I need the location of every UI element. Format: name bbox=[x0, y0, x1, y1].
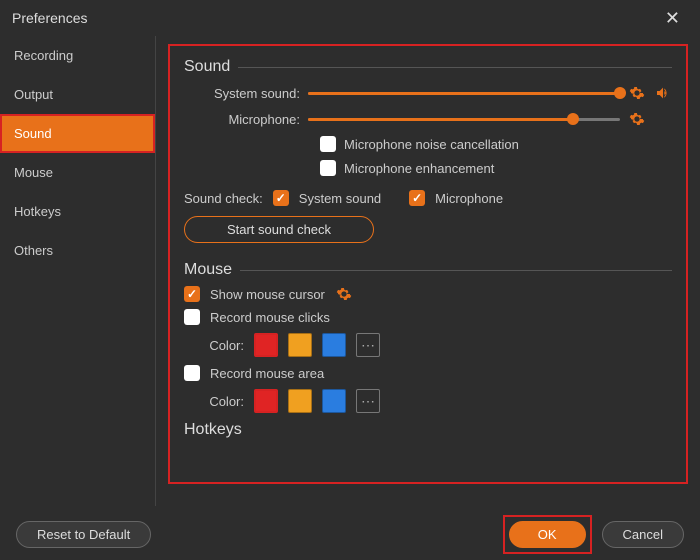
microphone-checkbox[interactable] bbox=[409, 190, 425, 206]
section-heading-hotkeys: Hotkeys bbox=[184, 421, 672, 439]
sidebar-item-hotkeys[interactable]: Hotkeys bbox=[0, 192, 155, 231]
color-swatch-blue[interactable] bbox=[322, 333, 346, 357]
content-pane: Sound System sound: Microphone: bbox=[156, 36, 700, 506]
color-swatch-red[interactable] bbox=[254, 389, 278, 413]
window-title: Preferences bbox=[12, 10, 87, 26]
sidebar-item-sound[interactable]: Sound bbox=[0, 114, 155, 153]
close-icon[interactable]: ✕ bbox=[657, 4, 688, 33]
record-area-label: Record mouse area bbox=[210, 366, 324, 381]
gear-icon[interactable] bbox=[628, 110, 646, 128]
microphone-label: Microphone: bbox=[184, 112, 300, 127]
sidebar-item-mouse[interactable]: Mouse bbox=[0, 153, 155, 192]
noise-cancel-checkbox[interactable] bbox=[320, 136, 336, 152]
sidebar: Recording Output Sound Mouse Hotkeys Oth… bbox=[0, 36, 156, 506]
section-heading-mouse: Mouse bbox=[184, 261, 232, 279]
show-cursor-checkbox[interactable] bbox=[184, 286, 200, 302]
microphone-chk-label: Microphone bbox=[435, 191, 503, 206]
gear-icon[interactable] bbox=[335, 285, 353, 303]
sidebar-item-recording[interactable]: Recording bbox=[0, 36, 155, 75]
cancel-button[interactable]: Cancel bbox=[602, 521, 684, 548]
divider bbox=[240, 270, 672, 271]
system-sound-label: System sound: bbox=[184, 86, 300, 101]
record-area-checkbox[interactable] bbox=[184, 365, 200, 381]
section-heading-sound: Sound bbox=[184, 58, 230, 76]
ok-button[interactable]: OK bbox=[509, 521, 586, 548]
sidebar-item-output[interactable]: Output bbox=[0, 75, 155, 114]
mic-enhance-checkbox[interactable] bbox=[320, 160, 336, 176]
record-clicks-checkbox[interactable] bbox=[184, 309, 200, 325]
system-sound-chk-label: System sound bbox=[299, 191, 381, 206]
sound-check-label: Sound check: bbox=[184, 191, 263, 206]
record-clicks-label: Record mouse clicks bbox=[210, 310, 330, 325]
sidebar-item-others[interactable]: Others bbox=[0, 231, 155, 270]
color-more-button[interactable]: ⋯ bbox=[356, 333, 380, 357]
color-swatch-yellow[interactable] bbox=[288, 333, 312, 357]
color-label: Color: bbox=[208, 338, 244, 353]
color-swatch-blue[interactable] bbox=[322, 389, 346, 413]
mic-enhance-label: Microphone enhancement bbox=[344, 161, 494, 176]
color-label: Color: bbox=[208, 394, 244, 409]
show-cursor-label: Show mouse cursor bbox=[210, 287, 325, 302]
reset-default-button[interactable]: Reset to Default bbox=[16, 521, 151, 548]
divider bbox=[238, 67, 672, 68]
speaker-icon[interactable] bbox=[654, 84, 672, 102]
gear-icon[interactable] bbox=[628, 84, 646, 102]
start-sound-check-button[interactable]: Start sound check bbox=[184, 216, 374, 243]
microphone-slider[interactable] bbox=[308, 112, 620, 126]
color-more-button[interactable]: ⋯ bbox=[356, 389, 380, 413]
system-sound-checkbox[interactable] bbox=[273, 190, 289, 206]
noise-cancel-label: Microphone noise cancellation bbox=[344, 137, 519, 152]
color-swatch-yellow[interactable] bbox=[288, 389, 312, 413]
color-swatch-red[interactable] bbox=[254, 333, 278, 357]
system-sound-slider[interactable] bbox=[308, 86, 620, 100]
